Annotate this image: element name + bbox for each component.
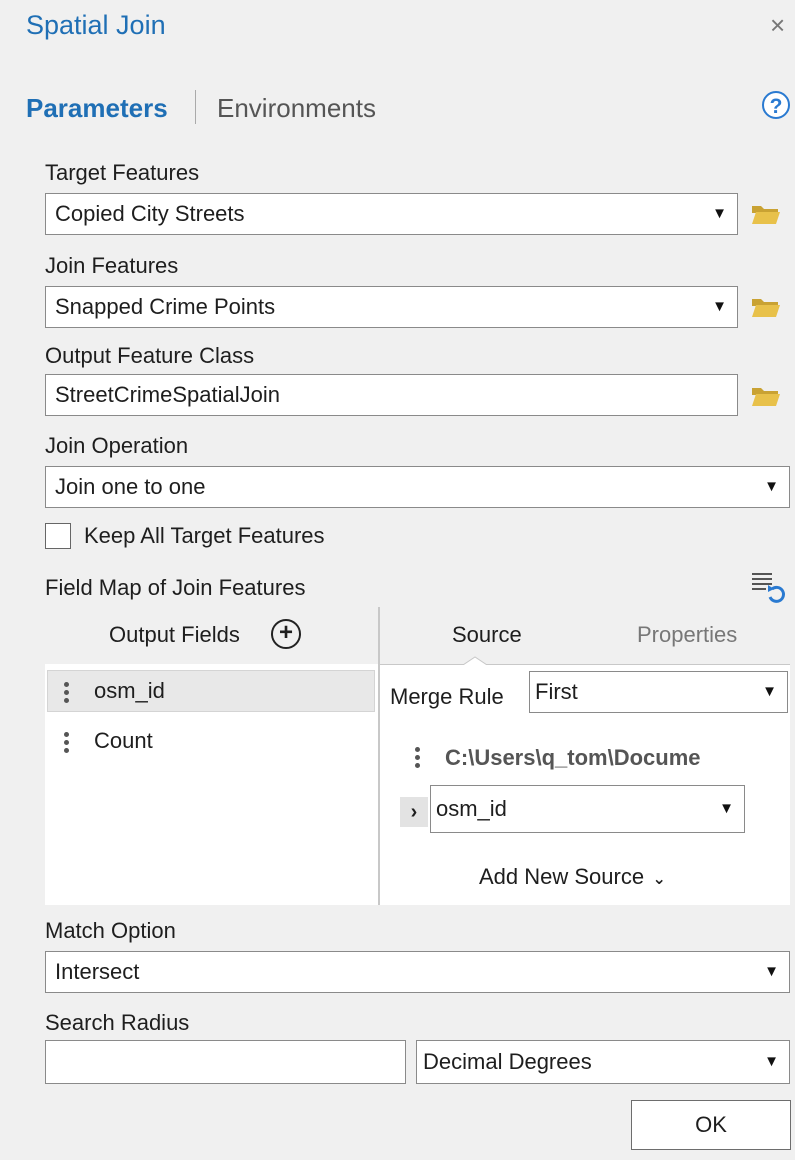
join-operation-label: Join Operation xyxy=(45,433,189,458)
field-row[interactable]: Count xyxy=(47,722,375,764)
merge-rule-select[interactable]: First ▼ xyxy=(529,671,788,713)
search-radius-units-value: Decimal Degrees xyxy=(423,1049,592,1074)
match-option-select[interactable]: Intersect ▼ xyxy=(45,951,790,993)
drag-handle-icon[interactable] xyxy=(64,679,69,706)
source-field-value: osm_id xyxy=(436,796,507,821)
output-feature-class-label: Output Feature Class xyxy=(45,343,255,368)
chevron-down-icon: ▼ xyxy=(712,298,727,315)
search-radius-input[interactable] xyxy=(45,1040,406,1084)
keep-all-checkbox[interactable] xyxy=(45,523,71,549)
match-option-label: Match Option xyxy=(45,918,176,943)
field-name: osm_id xyxy=(94,678,165,703)
drag-handle-icon[interactable] xyxy=(415,744,420,771)
chevron-down-icon: ⌄ xyxy=(652,871,666,888)
folder-icon[interactable] xyxy=(751,296,781,318)
join-operation-select[interactable]: Join one to one ▼ xyxy=(45,466,790,508)
field-map-panel: Output Fields + osm_id Count Source Prop… xyxy=(45,607,790,905)
chevron-down-icon: ▼ xyxy=(764,963,779,980)
join-features-value: Snapped Crime Points xyxy=(55,294,276,319)
add-new-source-button[interactable]: Add New Source ⌄ xyxy=(479,864,666,890)
expand-chevron-icon[interactable]: › xyxy=(400,797,428,827)
source-field-select[interactable]: osm_id ▼ xyxy=(430,785,745,833)
search-radius-label: Search Radius xyxy=(45,1010,190,1035)
folder-icon[interactable] xyxy=(751,203,781,225)
tab-underline xyxy=(380,664,790,665)
tab-source[interactable]: Source xyxy=(452,622,522,648)
match-option-value: Intersect xyxy=(55,959,140,984)
source-properties-header: Source Properties xyxy=(380,607,790,664)
output-feature-class-value: StreetCrimeSpatialJoin xyxy=(55,382,280,407)
output-fields-label: Output Fields xyxy=(109,622,240,647)
help-icon[interactable]: ? xyxy=(762,91,790,119)
field-row-selected[interactable]: osm_id xyxy=(47,670,375,712)
tab-separator xyxy=(195,90,196,124)
drag-handle-icon[interactable] xyxy=(64,729,69,756)
output-fields-pane: Output Fields + osm_id Count xyxy=(45,607,378,905)
output-feature-class-input[interactable]: StreetCrimeSpatialJoin xyxy=(45,374,738,416)
tab-properties[interactable]: Properties xyxy=(637,622,737,648)
chevron-down-icon: ▼ xyxy=(762,683,777,700)
source-path: C:\Users\q_tom\Docume xyxy=(445,745,701,770)
close-icon[interactable]: × xyxy=(770,10,785,41)
keep-all-label: Keep All Target Features xyxy=(84,523,325,548)
active-tab-indicator xyxy=(463,656,487,668)
ok-button[interactable]: OK xyxy=(631,1100,791,1150)
target-features-label: Target Features xyxy=(45,160,200,185)
tab-parameters[interactable]: Parameters xyxy=(26,93,168,124)
target-features-value: Copied City Streets xyxy=(55,201,245,226)
window-title: Spatial Join xyxy=(26,10,166,40)
search-radius-units-select[interactable]: Decimal Degrees ▼ xyxy=(416,1040,790,1084)
merge-rule-label: Merge Rule xyxy=(390,684,504,709)
add-field-icon[interactable]: + xyxy=(271,619,301,649)
chevron-down-icon: ▼ xyxy=(764,478,779,495)
field-map-label: Field Map of Join Features xyxy=(45,575,306,600)
merge-rule-value: First xyxy=(535,679,578,704)
chevron-down-icon: ▼ xyxy=(712,205,727,222)
folder-icon[interactable] xyxy=(751,385,781,407)
field-name: Count xyxy=(94,728,153,753)
chevron-down-icon: ▼ xyxy=(719,800,734,817)
tab-environments[interactable]: Environments xyxy=(217,93,376,124)
join-features-label: Join Features xyxy=(45,253,179,278)
target-features-select[interactable]: Copied City Streets ▼ xyxy=(45,193,738,235)
join-operation-value: Join one to one xyxy=(55,474,206,499)
reset-field-map-icon[interactable] xyxy=(750,570,786,604)
output-fields-header: Output Fields + xyxy=(45,607,378,664)
add-new-source-label: Add New Source xyxy=(479,864,645,889)
join-features-select[interactable]: Snapped Crime Points ▼ xyxy=(45,286,738,328)
chevron-down-icon: ▼ xyxy=(764,1053,779,1070)
